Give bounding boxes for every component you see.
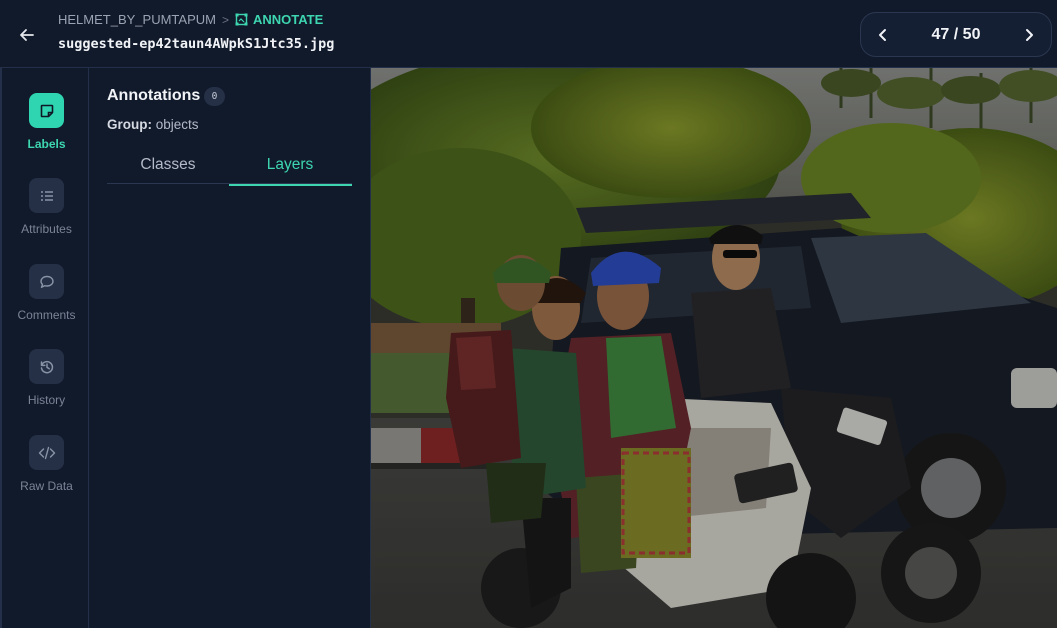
breadcrumb-current-label: ANNOTATE (252, 12, 324, 27)
breadcrumb-project[interactable]: HELMET_BY_PUMTAPUM (58, 12, 216, 27)
breadcrumb-separator: > (221, 12, 229, 27)
rail-icon-box (29, 264, 64, 299)
arrow-left-icon (20, 29, 34, 41)
rail-label: Comments (17, 308, 76, 322)
label-icon (40, 104, 53, 117)
chevron-left-icon (879, 28, 886, 41)
comment-icon (39, 275, 54, 288)
history-icon (40, 360, 53, 373)
rail-item-labels[interactable]: Labels (2, 93, 91, 163)
rail-item-attributes[interactable]: Attributes (2, 178, 91, 248)
list-icon (40, 190, 53, 201)
top-bar: HELMET_BY_PUMTAPUM > ANNOTATE suggested-… (0, 0, 1057, 68)
rail-label: Attributes (21, 222, 72, 236)
rail-item-history[interactable]: History (2, 349, 91, 419)
next-image-button[interactable] (1015, 21, 1043, 49)
annotations-panel: Annotations 0 Group: objects Classes Lay… (89, 68, 371, 628)
file-name: suggested-ep42taun4AWpkS1Jtc35.jpg (58, 36, 335, 52)
breadcrumb-current: ANNOTATE (235, 12, 323, 27)
annotate-icon (235, 13, 248, 26)
panel-title: Annotations (107, 87, 201, 104)
image-pager: 47 / 50 (860, 12, 1052, 57)
tab-layers[interactable]: Layers (229, 146, 352, 186)
annotation-count-badge: 0 (204, 87, 225, 106)
rail-icon-box (29, 93, 64, 128)
image-canvas[interactable] (371, 68, 1057, 628)
rail-label: Raw Data (20, 479, 73, 493)
rail-icon-box (29, 178, 64, 213)
panel-tabs: Classes Layers (107, 146, 352, 186)
group-line: Group: objects (107, 117, 199, 132)
side-rail: Labels Attributes Comments History Raw D… (0, 68, 89, 628)
rail-item-comments[interactable]: Comments (2, 264, 91, 334)
rail-label: History (27, 393, 66, 407)
code-icon (38, 446, 55, 459)
chevron-right-icon (1026, 28, 1033, 41)
rail-label: Labels (27, 137, 66, 151)
tab-classes[interactable]: Classes (107, 146, 229, 184)
group-value: objects (155, 117, 199, 132)
breadcrumb: HELMET_BY_PUMTAPUM > ANNOTATE (58, 12, 323, 27)
pager-count: 47 / 50 (931, 25, 981, 43)
annotation-image (371, 68, 1057, 628)
rail-icon-box (29, 349, 64, 384)
previous-image-button[interactable] (869, 21, 897, 49)
back-button[interactable] (12, 20, 42, 50)
rail-icon-box (29, 435, 64, 470)
group-label: Group: (107, 117, 152, 132)
rail-item-raw-data[interactable]: Raw Data (2, 435, 91, 505)
